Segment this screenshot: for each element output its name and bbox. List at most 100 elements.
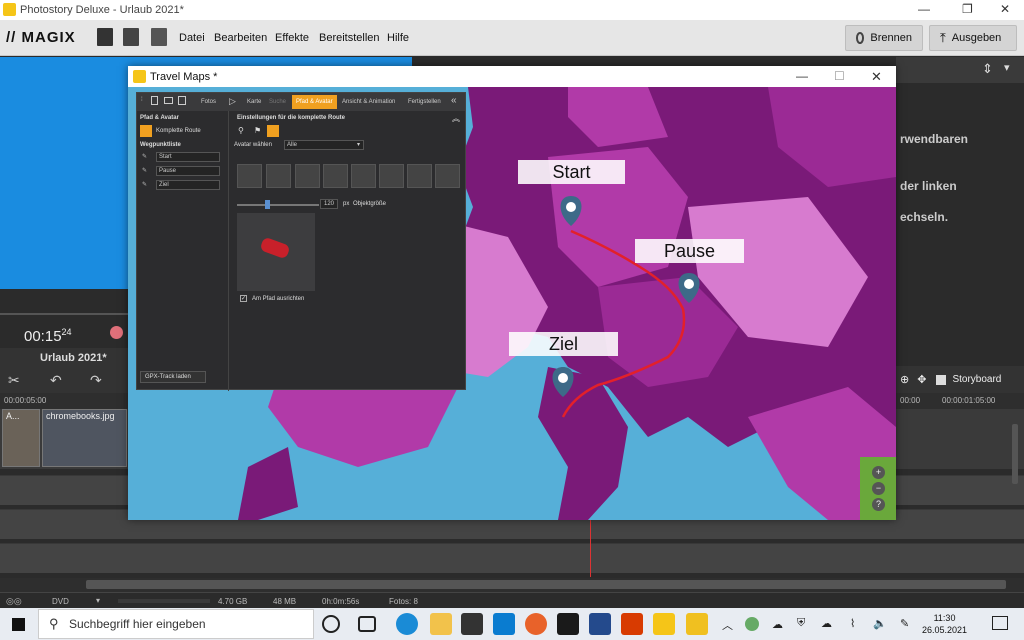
close-button[interactable]: ✕ (1000, 2, 1010, 16)
tab-suche[interactable]: Suche (265, 95, 290, 109)
play-icon[interactable]: ▷ (229, 96, 236, 107)
volume-icon[interactable]: 🔈 (873, 617, 887, 630)
disc-type[interactable]: DVD (52, 597, 69, 606)
minimize-button[interactable]: — (918, 2, 930, 16)
edge-icon[interactable] (396, 613, 418, 635)
vertical-scrollbar[interactable] (1012, 424, 1018, 484)
task-view-icon[interactable] (358, 616, 376, 632)
wifi-icon[interactable]: ⌇ (850, 617, 855, 630)
maximize-button[interactable]: ❐ (962, 2, 973, 16)
gpx-load-button[interactable]: GPX-Track laden (140, 371, 206, 383)
mail-icon[interactable] (493, 613, 515, 635)
zoom-in-button[interactable]: + (872, 466, 885, 479)
route-mode-icon[interactable]: ⚲ (238, 126, 244, 135)
b-app-icon[interactable] (589, 613, 611, 635)
avatar-mode-icon[interactable] (267, 125, 279, 137)
burn-button[interactable]: Brennen (845, 25, 923, 51)
tab-ansicht-animation[interactable]: Ansicht & Animation (338, 95, 399, 109)
waypoint-start[interactable]: Start (156, 152, 220, 162)
add-icon[interactable]: ⊕ (900, 373, 909, 386)
avatar-jet-option[interactable] (323, 164, 348, 188)
tray-chevron-icon[interactable]: ︿ (722, 617, 733, 633)
store-icon[interactable] (461, 613, 483, 635)
avatar-plane-option[interactable] (295, 164, 320, 188)
avatar-train-option[interactable] (351, 164, 376, 188)
dialog-minimize-button[interactable]: — (796, 69, 808, 83)
duration: 0h:0m:56s (322, 597, 360, 606)
clip-chromebooks[interactable]: chromebooks.jpg (42, 409, 127, 467)
undo-icon[interactable]: ↶ (50, 372, 62, 389)
tray-cloud-icon[interactable]: ☁ (821, 617, 832, 630)
save-icon[interactable] (151, 28, 167, 46)
pen-icon[interactable]: ✎ (900, 617, 909, 630)
help-button[interactable]: ? (872, 498, 885, 511)
menu-bearbeiten[interactable]: Bearbeiten (214, 32, 267, 44)
notification-icon[interactable] (992, 616, 1008, 630)
new-file-icon[interactable] (97, 28, 113, 46)
move-icon[interactable]: ✥ (917, 373, 926, 386)
taskbar-search[interactable]: ⚲ Suchbegriff hier eingeben (38, 609, 314, 639)
folder-icon[interactable] (164, 97, 173, 104)
photostory-taskbar-icon[interactable] (653, 613, 675, 635)
tab-fotos[interactable]: Fotos (197, 95, 220, 109)
panel-left-column: Pfad & Avatar Komplette Route Wegpunktli… (137, 111, 229, 391)
track-lane[interactable] (0, 543, 1024, 573)
collapse-icon[interactable]: « (451, 95, 457, 106)
waypoint-pause[interactable]: Pause (156, 166, 220, 176)
dialog-maximize-button[interactable]: ☐ (834, 69, 845, 83)
new-icon[interactable] (151, 96, 158, 105)
redo-icon[interactable]: ↷ (90, 372, 102, 389)
map-label-pause[interactable]: Pause (635, 239, 744, 263)
map-label-ziel[interactable]: Ziel (509, 332, 618, 356)
zoom-out-button[interactable]: − (872, 482, 885, 495)
office-icon[interactable] (621, 613, 643, 635)
size-slider[interactable] (237, 204, 319, 206)
disc-dropdown-icon[interactable]: ▾ (96, 596, 100, 605)
travel-maps-taskbar-icon[interactable] (686, 613, 708, 635)
size-slider-thumb[interactable] (265, 200, 270, 209)
start-button[interactable] (0, 608, 36, 640)
menu-bereitstellen[interactable]: Bereitstellen (319, 32, 380, 44)
menu-hilfe[interactable]: Hilfe (387, 32, 409, 44)
dialog-close-button[interactable]: ✕ (871, 69, 882, 85)
menu-datei[interactable]: Datei (179, 32, 205, 44)
dropbox-icon[interactable] (557, 613, 579, 635)
tab-karte[interactable]: Karte (243, 95, 265, 109)
menu-effekte[interactable]: Effekte (275, 32, 309, 44)
avatar-car-option[interactable] (379, 164, 404, 188)
tab-pfad-avatar[interactable]: Pfad & Avatar (292, 95, 337, 109)
avatar-camper-option[interactable] (435, 164, 460, 188)
map-label-start[interactable]: Start (518, 160, 625, 184)
avatar-filter-select[interactable]: Alle ▾ (284, 140, 364, 150)
taskbar-clock[interactable]: 11:30 26.05.2021 (922, 612, 967, 636)
sort-icon[interactable]: ⇕ (982, 61, 993, 77)
tray-app-icon[interactable] (745, 617, 759, 631)
tab-fertigstellen[interactable]: Fertigstellen (404, 95, 445, 109)
export-button[interactable]: ⤒ Ausgeben (929, 25, 1017, 51)
clip-1[interactable]: A... (2, 409, 40, 467)
chevron-down-icon[interactable]: ▾ (1004, 61, 1010, 74)
storyboard-label[interactable]: Storyboard (952, 374, 1001, 385)
route-item[interactable]: Komplette Route (156, 128, 201, 134)
status-icons[interactable]: ◎◎ (6, 596, 22, 607)
cut-icon[interactable]: ✂ (8, 372, 20, 389)
onedrive-icon[interactable]: ☁ (772, 618, 783, 631)
open-folder-icon[interactable] (123, 28, 139, 46)
avatar-bus-option[interactable] (407, 164, 432, 188)
tray-vpn-icon[interactable]: ⛨ (797, 617, 805, 630)
scrollbar-thumb[interactable] (86, 580, 1006, 589)
avatar-none-option[interactable] (237, 164, 262, 188)
size-input[interactable]: 120 (320, 199, 338, 209)
save-icon[interactable] (178, 96, 186, 105)
record-icon[interactable] (110, 326, 123, 339)
waypoint-ziel[interactable]: Ziel (156, 180, 220, 190)
storyboard-icon[interactable] (936, 374, 947, 385)
chevron-up-icon[interactable]: ︽ (452, 113, 460, 124)
cortana-icon[interactable] (322, 615, 340, 633)
avatar-arrow-option[interactable] (266, 164, 291, 188)
align-checkbox[interactable]: ✓ (240, 295, 247, 302)
preview-seekbar[interactable] (0, 313, 130, 315)
waypoint-mode-icon[interactable]: ⚑ (254, 126, 261, 135)
firefox-icon[interactable] (525, 613, 547, 635)
file-explorer-icon[interactable] (430, 613, 452, 635)
